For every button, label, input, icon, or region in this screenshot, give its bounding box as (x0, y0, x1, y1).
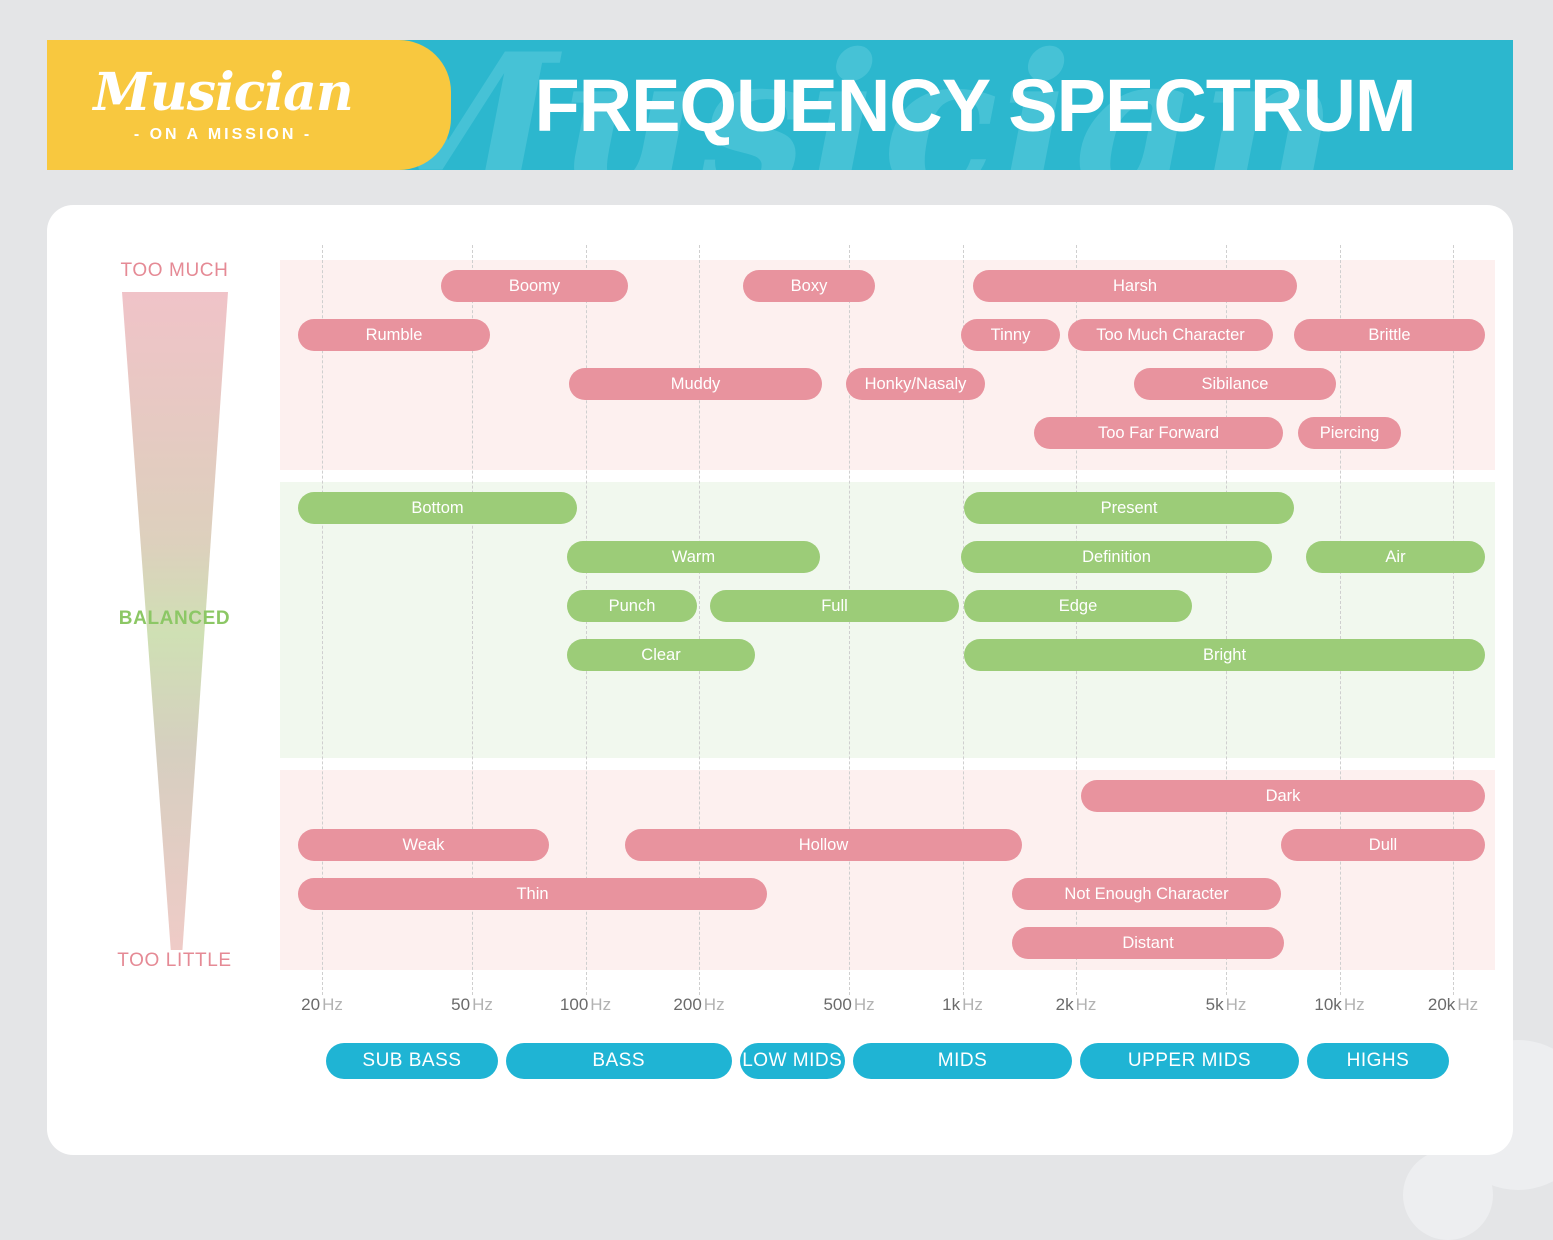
vertical-scale-legend: TOO MUCH BALANCED TOO LITTLE (82, 260, 267, 1000)
range-pill-bass[interactable]: BASS (505, 1043, 732, 1079)
range-pill-upper-mids[interactable]: UPPER MIDS (1080, 1043, 1299, 1079)
spectrum-plot: Boomy Boxy Harsh Rumble Tinny Too Much Charac… (280, 245, 1495, 995)
descriptor-pill[interactable]: Sibilance (1134, 368, 1336, 400)
axis-tick-label: 20 Hz (301, 995, 343, 1015)
descriptor-pill[interactable]: Bright (964, 639, 1485, 671)
chart-card: TOO MUCH BALANCED TOO LITTLE Boomy Boxy Ha… (47, 205, 1513, 1155)
logo-tagline: - ON A MISSION - (133, 126, 313, 143)
frequency-range-pills: SUB BASS BASS LOW MIDS MIDS UPPER MIDS HIGHS (280, 1043, 1495, 1079)
axis-tick-value: 20k (1427, 995, 1456, 1014)
axis-tick-value: 500 (823, 995, 852, 1014)
axis-tick-unit: Hz (1457, 995, 1479, 1014)
axis-tick-value: 1k (942, 995, 961, 1014)
axis-tick-value: 50 (451, 995, 471, 1014)
descriptor-pill[interactable]: Boxy (743, 270, 875, 302)
descriptor-pill[interactable]: Rumble (298, 319, 490, 351)
descriptor-pill[interactable]: Hollow (625, 829, 1022, 861)
descriptor-pill[interactable]: Piercing (1298, 417, 1401, 449)
descriptor-pill[interactable]: Muddy (569, 368, 822, 400)
descriptor-pill[interactable]: Brittle (1294, 319, 1485, 351)
axis-tick-value: 10k (1314, 995, 1342, 1014)
descriptor-pill[interactable]: Bottom (298, 492, 577, 524)
axis-tick-label: 10k Hz (1314, 995, 1364, 1015)
logo-wordmark: Musician (93, 62, 353, 123)
scale-label-balanced: BALANCED (118, 608, 231, 629)
descriptor-pill[interactable]: Harsh (973, 270, 1297, 302)
descriptor-pill[interactable]: Boomy (441, 270, 628, 302)
axis-tick-unit: Hz (322, 995, 343, 1014)
axis-tick-unit: Hz (472, 995, 493, 1014)
axis-tick-value: 5k (1205, 995, 1224, 1014)
range-pill-mids[interactable]: MIDS (853, 1043, 1072, 1079)
descriptor-pill[interactable]: Clear (567, 639, 755, 671)
axis-tick-unit: Hz (1343, 995, 1365, 1014)
descriptor-pill[interactable]: Edge (964, 590, 1192, 622)
range-pill-low-mids[interactable]: LOW MIDS (739, 1043, 846, 1079)
descriptor-pill[interactable]: Punch (567, 590, 697, 622)
axis-tick-value: 200 (673, 995, 702, 1014)
axis-tick-unit: Hz (590, 995, 612, 1014)
descriptor-pill[interactable]: Honky/Nasaly (846, 368, 985, 400)
axis-tick-label: 500 Hz (823, 995, 874, 1015)
descriptor-pill[interactable]: Dull (1281, 829, 1485, 861)
axis-tick-unit: Hz (1075, 995, 1097, 1014)
descriptor-pill[interactable]: Not Enough Character (1012, 878, 1281, 910)
frequency-axis: 20 Hz 50 Hz 100 Hz 200 Hz 500 Hz 1k Hz 2k Hz 5k Hz 10k Hz… (280, 995, 1495, 1025)
axis-tick-label: 100 Hz (560, 995, 611, 1015)
axis-tick-value: 20 (301, 995, 321, 1014)
descriptor-pill[interactable]: Dark (1081, 780, 1485, 812)
descriptor-pill[interactable]: Definition (961, 541, 1272, 573)
axis-tick-unit: Hz (962, 995, 983, 1014)
descriptor-pill[interactable]: Too Far Forward (1034, 417, 1283, 449)
axis-tick-label: 20k Hz (1428, 995, 1478, 1015)
axis-tick-label: 2k Hz (1056, 995, 1097, 1015)
axis-tick-unit: Hz (1225, 995, 1247, 1014)
descriptor-pill[interactable]: Too Much Character (1068, 319, 1273, 351)
axis-tick-unit: Hz (853, 995, 875, 1014)
range-pill-highs[interactable]: HIGHS (1306, 1043, 1449, 1079)
axis-tick-label: 5k Hz (1206, 995, 1247, 1015)
axis-tick-value: 100 (559, 995, 589, 1014)
descriptor-pill[interactable]: Thin (298, 878, 767, 910)
descriptor-pill[interactable]: Warm (567, 541, 820, 573)
axis-tick-label: 50 Hz (451, 995, 493, 1015)
descriptor-pill[interactable]: Air (1306, 541, 1485, 573)
descriptor-pill[interactable]: Present (964, 492, 1294, 524)
scale-label-too-little: TOO LITTLE (117, 950, 232, 971)
range-pill-sub-bass[interactable]: SUB BASS (326, 1043, 498, 1079)
descriptor-pill[interactable]: Distant (1012, 927, 1284, 959)
axis-tick-label: 200 Hz (673, 995, 724, 1015)
descriptor-pill[interactable]: Weak (298, 829, 549, 861)
axis-tick-label: 1k Hz (942, 995, 983, 1015)
logo-block[interactable]: Musician - ON A MISSION - (47, 40, 399, 170)
axis-tick-unit: Hz (703, 995, 725, 1014)
axis-tick-value: 2k (1055, 995, 1074, 1014)
descriptor-pill[interactable]: Full (710, 590, 959, 622)
page-title: FREQUENCY SPECTRUM (534, 63, 1416, 147)
header-banner: Musician FREQUENCY SPECTRUM Musician - O… (47, 40, 1513, 170)
descriptor-pill[interactable]: Tinny (961, 319, 1060, 351)
scale-label-too-much: TOO MUCH (120, 260, 229, 281)
background-circle-decoration-small (1403, 1150, 1493, 1240)
